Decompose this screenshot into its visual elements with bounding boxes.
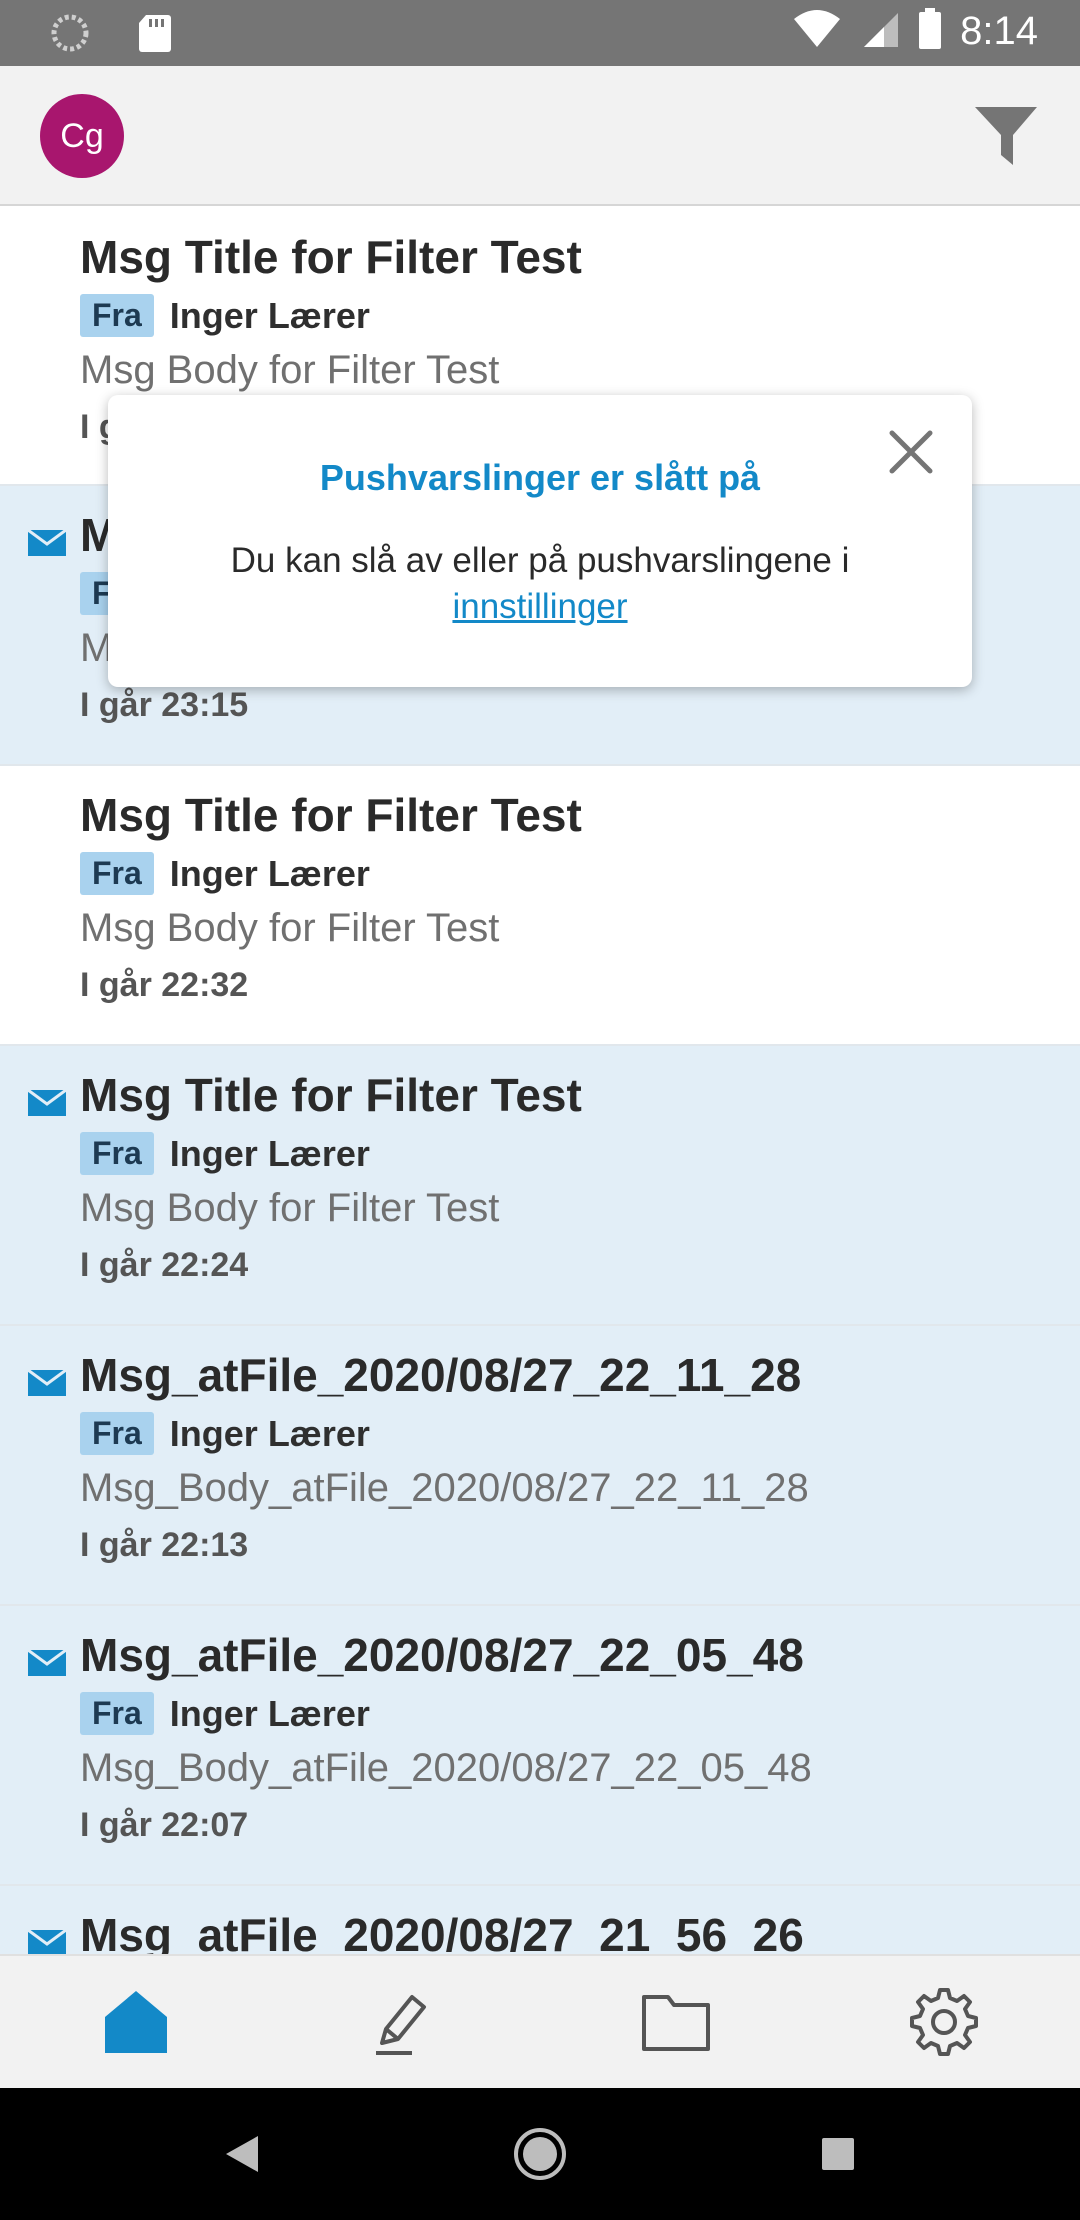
recents-button[interactable] (810, 2128, 866, 2184)
sender-name: Inger Lærer (169, 1412, 370, 1454)
popup-message: Du kan slå av eller på pushvarslingene i (230, 541, 850, 580)
envelope-icon (27, 1088, 67, 1116)
message-title: Msg_atFile_2020/08/27_22_05_48 (80, 1629, 804, 1681)
sender-name: Inger Lærer (169, 1692, 370, 1734)
filter-icon (973, 103, 1039, 174)
sync-icon (50, 13, 90, 58)
list-item[interactable]: Msg_atFile_2020/08/27_22_11_28 Fra Inger… (0, 1326, 1080, 1606)
compose-icon (368, 1987, 438, 2062)
recents-icon (818, 2134, 858, 2179)
filter-button[interactable] (970, 102, 1042, 174)
nav-compose[interactable] (363, 1984, 443, 2064)
sender-name: Inger Lærer (169, 294, 370, 336)
nav-home[interactable] (96, 1984, 176, 2064)
message-time: I går 22:07 (80, 1806, 249, 1844)
wifi-icon (792, 9, 842, 54)
settings-icon (908, 1986, 980, 2063)
list-item[interactable]: Msg Title for Filter Test Fra Inger Lære… (0, 766, 1080, 1046)
message-title: Msg_atFile_2020/08/27_22_11_28 (80, 1349, 802, 1401)
back-icon (222, 2132, 262, 2181)
popup-title: Pushvarslinger er slått på (319, 457, 761, 498)
message-title: Msg_atFile_2020/08/27_21_56_26 (80, 1909, 804, 1954)
clock: 8:14 (960, 9, 1038, 53)
message-time: I går 22:32 (80, 966, 249, 1004)
envelope-icon (27, 528, 67, 556)
message-title: Msg Title for Filter Test (80, 1069, 582, 1121)
message-title: Msg Title for Filter Test (80, 231, 582, 283)
battery-icon (918, 8, 942, 55)
message-from: Fra Inger Lærer (80, 294, 370, 337)
envelope-icon (27, 1928, 67, 1954)
popup-text: Du kan slå av eller på pushvarslingene i… (108, 538, 972, 630)
message-body: Msg Body for Filter Test (80, 906, 500, 950)
system-navigation-bar (0, 2088, 1080, 2220)
message-time: I går 23:15 (80, 686, 249, 724)
message-from: Fra Inger Lærer (80, 852, 370, 895)
push-notification-popup: Pushvarslinger er slått på Du kan slå av… (108, 395, 972, 687)
from-badge: Fra (80, 1692, 154, 1735)
envelope-icon (27, 1368, 67, 1396)
message-from: Fra Inger Lærer (80, 1692, 370, 1735)
list-item[interactable]: Msg_atFile_2020/08/27_22_05_48 Fra Inger… (0, 1606, 1080, 1886)
message-body: Msg_Body_atFile_2020/08/27_22_11_28 (80, 1466, 809, 1510)
from-badge: Fra (80, 1132, 154, 1175)
envelope-icon (27, 1648, 67, 1676)
message-body: Msg Body for Filter Test (80, 348, 500, 392)
message-time: I går 22:13 (80, 1526, 249, 1564)
sender-name: Inger Lærer (169, 852, 370, 894)
sd-card-icon (138, 13, 172, 58)
sender-name: Inger Lærer (169, 1132, 370, 1174)
message-from: Fra Inger Lærer (80, 1412, 370, 1455)
status-bar: 8:14 (0, 0, 1080, 66)
message-body: Msg Body for Filter Test (80, 1186, 500, 1230)
message-title: Msg Title for Filter Test (80, 789, 582, 841)
from-badge: Fra (80, 852, 154, 895)
signal-icon (860, 9, 900, 54)
home-icon (101, 1987, 171, 2062)
home-circle-icon (512, 2126, 568, 2187)
message-time: I går 22:24 (80, 1246, 249, 1284)
nav-settings[interactable] (904, 1984, 984, 2064)
bottom-navigation (0, 1954, 1080, 2088)
message-body: Msg_Body_atFile_2020/08/27_22_05_48 (80, 1746, 812, 1790)
from-badge: Fra (80, 294, 154, 337)
message-from: Fra Inger Lærer (80, 1132, 370, 1175)
list-item[interactable]: Msg_atFile_2020/08/27_21_56_26 (0, 1886, 1080, 1954)
back-button[interactable] (214, 2128, 270, 2184)
from-badge: Fra (80, 1412, 154, 1455)
home-button[interactable] (512, 2126, 568, 2187)
nav-folder[interactable] (636, 1984, 716, 2064)
avatar[interactable]: Cg (40, 94, 124, 178)
list-item[interactable]: Msg Title for Filter Test Fra Inger Lære… (0, 1046, 1080, 1326)
app-header: Cg (0, 66, 1080, 206)
folder-icon (640, 1987, 712, 2062)
settings-link[interactable]: innstillinger (452, 587, 627, 626)
